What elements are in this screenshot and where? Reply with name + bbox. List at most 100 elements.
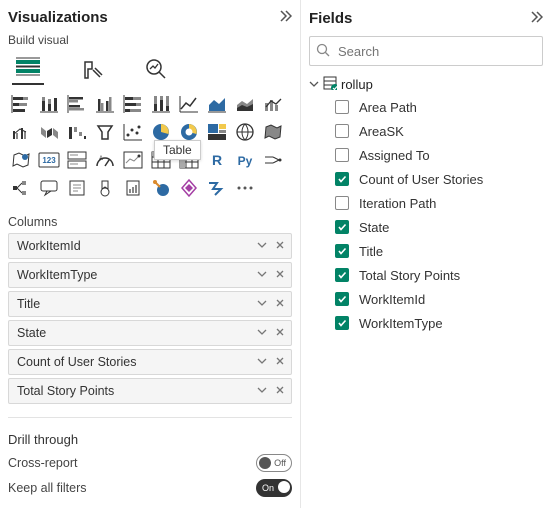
field-checkbox[interactable] [335,292,349,306]
field-checkbox[interactable] [335,268,349,282]
viz-filled-map-icon[interactable] [260,119,286,145]
field-checkbox[interactable] [335,148,349,162]
svg-text:R: R [212,152,222,168]
chevron-down-icon[interactable] [255,355,269,369]
column-item[interactable]: Title [8,291,292,317]
chevron-down-icon[interactable] [255,384,269,398]
viz-multi-row-card-icon[interactable] [64,147,90,173]
column-item[interactable]: Count of User Stories [8,349,292,375]
viz-line-icon[interactable] [176,91,202,117]
viz-map-icon[interactable] [232,119,258,145]
viz-power-automate-icon[interactable] [204,175,230,201]
viz-azure-map-icon[interactable] [8,147,34,173]
cross-report-row: Cross-report Off [8,451,292,476]
keep-filters-toggle[interactable]: On [256,479,292,497]
remove-icon[interactable] [273,384,287,398]
field-checkbox[interactable] [335,172,349,186]
viz-decomposition-tree-icon[interactable] [8,175,34,201]
field-row[interactable]: Title [309,239,543,263]
column-item[interactable]: WorkItemType [8,262,292,288]
viz-ribbon-icon[interactable] [36,119,62,145]
collapse-fields-button[interactable] [529,10,543,27]
field-checkbox[interactable] [335,316,349,330]
viz-paginated-report-icon[interactable] [120,175,146,201]
columns-well[interactable]: WorkItemId WorkItemType Title State Count of… [8,233,292,407]
viz-header: Visualizations [8,4,292,31]
viz-goals-icon[interactable] [92,175,118,201]
column-item[interactable]: WorkItemId [8,233,292,259]
cross-report-label: Cross-report [8,456,77,470]
viz-arcgis-icon[interactable] [148,175,174,201]
remove-icon[interactable] [273,355,287,369]
viz-kpi-icon[interactable] [120,147,146,173]
collapse-viz-button[interactable] [278,9,292,26]
viz-line-clustered-column-icon[interactable] [8,119,34,145]
column-item[interactable]: State [8,320,292,346]
viz-clustered-column-icon[interactable] [92,91,118,117]
field-row[interactable]: Total Story Points [309,263,543,287]
table-name: rollup [341,77,373,92]
viz-stacked-column-icon[interactable] [36,91,62,117]
viz-waterfall-icon[interactable] [64,119,90,145]
field-label: Total Story Points [359,268,460,283]
cross-report-toggle[interactable]: Off [256,454,292,472]
viz-stacked-area-icon[interactable] [232,91,258,117]
remove-icon[interactable] [273,268,287,282]
field-row[interactable]: WorkItemType [309,311,543,335]
search-input[interactable] [336,43,536,60]
build-tab-format[interactable] [76,53,108,85]
search-box[interactable] [309,36,543,66]
viz-clustered-bar-icon[interactable] [64,91,90,117]
build-tab-analytics[interactable] [140,53,172,85]
table-rollup-node[interactable]: rollup [309,74,543,95]
viz-qa-icon[interactable] [36,175,62,201]
field-checkbox[interactable] [335,124,349,138]
chevron-down-icon[interactable] [255,326,269,340]
svg-text:Py: Py [238,154,253,168]
chevron-down-icon [309,77,319,92]
column-label: Title [17,297,40,311]
field-checkbox[interactable] [335,220,349,234]
viz-card-icon[interactable]: 123 [36,147,62,173]
column-label: WorkItemId [17,239,81,253]
viz-python-visual-icon[interactable]: Py [232,147,258,173]
viz-funnel-icon[interactable] [92,119,118,145]
field-row[interactable]: State [309,215,543,239]
field-row[interactable]: Iteration Path [309,191,543,215]
remove-icon[interactable] [273,297,287,311]
field-row[interactable]: WorkItemId [309,287,543,311]
field-row[interactable]: Area Path [309,95,543,119]
field-checkbox[interactable] [335,196,349,210]
viz-scatter-icon[interactable] [120,119,146,145]
fields-list: Area PathAreaSKAssigned ToCount of User … [309,95,543,335]
viz-more-icon[interactable] [232,175,258,201]
fields-pane: Fields rollup Area PathAreaSKAssigned To… [301,0,551,508]
field-label: Title [359,244,383,259]
columns-label: Columns [8,215,292,229]
chevron-down-icon[interactable] [255,239,269,253]
field-row[interactable]: AreaSK [309,119,543,143]
visualizations-pane: Visualizations Build visual [0,0,301,508]
column-item[interactable]: Total Story Points [8,378,292,404]
viz-gauge-icon[interactable]: A [92,147,118,173]
remove-icon[interactable] [273,326,287,340]
field-row[interactable]: Assigned To [309,143,543,167]
viz-key-influencers-icon[interactable] [260,147,286,173]
chevron-down-icon[interactable] [255,297,269,311]
keep-filters-label: Keep all filters [8,481,87,495]
chevron-down-icon[interactable] [255,268,269,282]
viz-line-stacked-column-icon[interactable] [260,91,286,117]
viz-stacked-bar-icon[interactable] [8,91,34,117]
viz-area-icon[interactable] [204,91,230,117]
viz-100-stacked-column-icon[interactable] [148,91,174,117]
remove-icon[interactable] [273,239,287,253]
viz-power-apps-icon[interactable] [176,175,202,201]
viz-narrative-icon[interactable] [64,175,90,201]
build-tab-visual[interactable] [12,53,44,85]
viz-r-visual-icon[interactable]: R [204,147,230,173]
field-checkbox[interactable] [335,100,349,114]
viz-treemap-icon[interactable] [204,119,230,145]
viz-100-stacked-bar-icon[interactable] [120,91,146,117]
field-checkbox[interactable] [335,244,349,258]
field-row[interactable]: Count of User Stories [309,167,543,191]
